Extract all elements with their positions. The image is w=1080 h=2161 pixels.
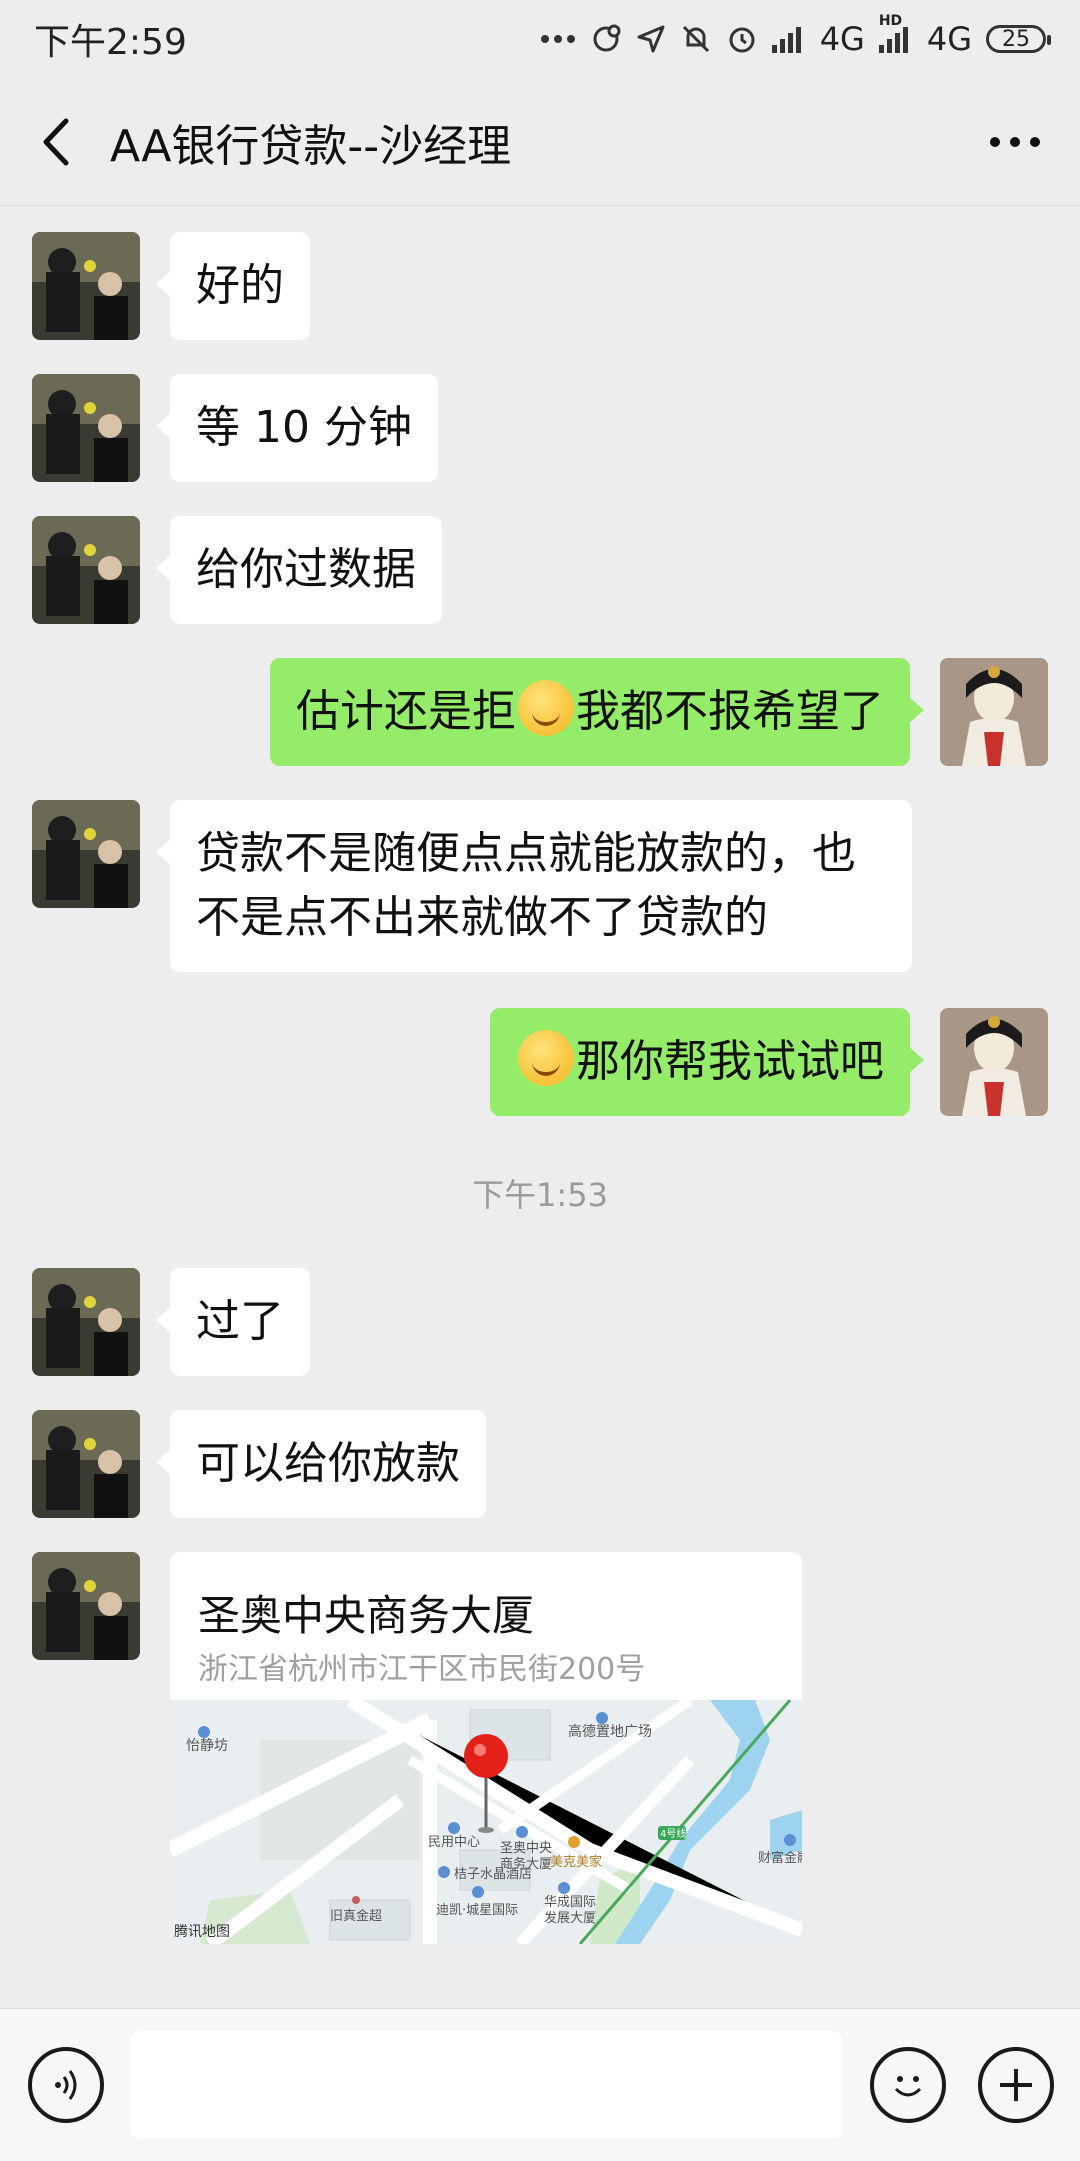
map-label: 怡静坊 (186, 1738, 228, 1754)
message-bubble-incoming[interactable]: 等 10 分钟 (156, 374, 438, 482)
chat-title: AA银行贷款--沙经理 (110, 120, 512, 172)
my-avatar[interactable] (940, 658, 1048, 766)
smirk-emoji-icon (518, 1030, 574, 1086)
map-label: 美克美家 (550, 1854, 602, 1870)
location-message-card[interactable]: 圣奥中央商务大厦 浙江省杭州市江干区市民街200号 怡静坊 高德置地广场 民用中… (170, 1552, 802, 1944)
voice-icon (55, 2070, 77, 2100)
message-bubble-incoming[interactable]: 好的 (156, 232, 310, 340)
map-label: 迪凯·城星国际 (436, 1903, 518, 1918)
map-label: 华成国际 (544, 1895, 596, 1910)
smiley-icon (894, 2076, 922, 2097)
status-bar: 下午2:59 4G HD 4G 25 (0, 0, 1080, 78)
message-bubble-incoming[interactable]: 可以给你放款 (156, 1410, 486, 1518)
alarm-icon (726, 23, 758, 55)
chevron-left-icon (43, 118, 69, 165)
map-label: 桔子水晶酒店 (454, 1867, 532, 1882)
more-dots-icon (990, 137, 1040, 147)
contact-avatar[interactable] (32, 516, 140, 624)
voice-button[interactable] (28, 2047, 104, 2123)
contact-avatar[interactable] (32, 232, 140, 340)
laughing-crying-emoji-icon (518, 680, 574, 736)
map-label: 民用中心 (428, 1835, 480, 1850)
message-text: 我都不报希望了 (576, 686, 884, 737)
more-options-button[interactable] (980, 112, 1050, 172)
contact-avatar[interactable] (32, 374, 140, 482)
contact-avatar[interactable] (32, 1552, 140, 1660)
message-bubble-outgoing[interactable]: 估计还是拒 我都不报希望了 (270, 658, 924, 766)
contact-avatar[interactable] (32, 1410, 140, 1518)
signal-icon: HD (878, 13, 913, 53)
map-label: 高德置地广场 (568, 1723, 652, 1740)
message-text: 那你帮我试试吧 (576, 1036, 884, 1087)
message-input[interactable] (130, 2031, 842, 2139)
link-icon (590, 23, 622, 55)
message-text: 估计还是拒 (296, 686, 516, 737)
plus-icon (1000, 2069, 1032, 2101)
input-bar (0, 2008, 1080, 2161)
more-dots-icon (540, 34, 576, 44)
message-bubble-incoming[interactable]: 给你过数据 (156, 516, 442, 624)
contact-avatar[interactable] (32, 800, 140, 908)
contact-avatar[interactable] (32, 1268, 140, 1376)
hd-label: HD (878, 13, 903, 29)
battery-level: 25 (1002, 26, 1030, 52)
location-arrow-icon (636, 24, 666, 54)
location-name: 圣奥中央商务大厦 (198, 1591, 535, 1640)
map-label: 财富金融 (758, 1850, 802, 1866)
bell-off-icon (680, 23, 712, 55)
my-avatar[interactable] (940, 1008, 1048, 1116)
network-type-1: 4G (819, 20, 865, 58)
map-label: 旧真金超 (330, 1908, 382, 1924)
network-type-2: 4G (926, 20, 972, 58)
location-address: 浙江省杭州市江干区市民街200号 (198, 1652, 646, 1687)
message-bubble-incoming[interactable]: 过了 (156, 1268, 310, 1376)
map-label: 圣奥中央 (500, 1841, 552, 1856)
map-provider-label: 腾讯地图 (174, 1923, 230, 1940)
time-divider: 下午1:53 (472, 1176, 608, 1214)
signal-icon (771, 25, 806, 53)
status-time: 下午2:59 (34, 22, 187, 63)
map-label: 发展大厦 (544, 1910, 596, 1926)
map-label: 4号线 (660, 1827, 686, 1840)
message-bubble-incoming[interactable]: 贷款不是随便点点就能放款的，也不是点不出来就做不了贷款的 (156, 800, 912, 972)
status-icons: 4G HD 4G 25 (540, 13, 1051, 58)
back-button[interactable] (0, 78, 110, 206)
location-map: 怡静坊 高德置地广场 民用中心 圣奥中央 商务大厦 美克美家 桔子水晶酒店 迪凯… (170, 1700, 802, 1944)
chat-header: AA银行贷款--沙经理 (0, 78, 1080, 206)
more-functions-button[interactable] (978, 2047, 1054, 2123)
emoji-button[interactable] (870, 2047, 946, 2123)
message-bubble-outgoing[interactable]: 那你帮我试试吧 (490, 1008, 924, 1116)
battery-icon: 25 (986, 25, 1051, 53)
